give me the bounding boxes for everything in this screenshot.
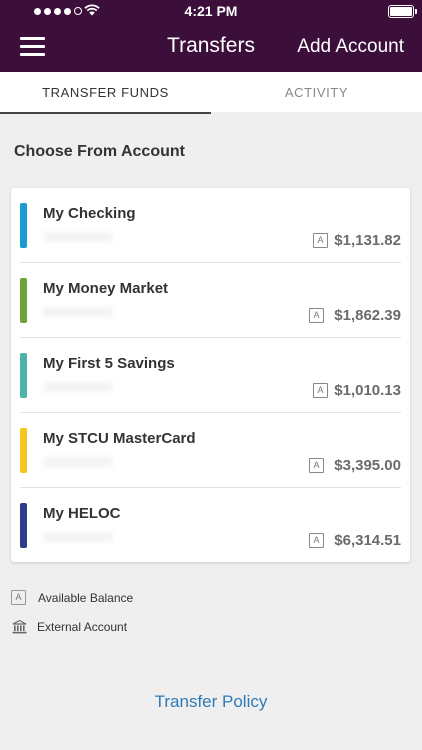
account-balance: $6,314.51 (334, 532, 401, 549)
account-number (43, 382, 113, 392)
available-balance-icon: A (11, 590, 26, 605)
account-row-my-heloc[interactable]: My HELOC A $6,314.51 (11, 488, 410, 563)
battery-icon (388, 5, 417, 18)
account-color-bar (20, 503, 27, 548)
legend-available-balance: A Available Balance (11, 590, 133, 605)
tab-transfer-funds[interactable]: TRANSFER FUNDS (0, 72, 211, 114)
status-time: 4:21 PM (184, 3, 238, 19)
signal-strength-icon (34, 7, 82, 15)
account-balance: $1,010.13 (334, 382, 401, 399)
account-row-my-first-5-savings[interactable]: My First 5 Savings A $1,010.13 (11, 338, 410, 413)
account-balance: $3,395.00 (334, 457, 401, 474)
account-balance: $1,131.82 (334, 232, 401, 249)
account-number (43, 457, 113, 467)
tab-bar: TRANSFER FUNDS ACTIVITY (0, 72, 422, 114)
status-bar: 4:21 PM (0, 0, 422, 22)
legend-label: External Account (37, 620, 128, 634)
account-row-my-money-market[interactable]: My Money Market A $1,862.39 (11, 263, 410, 338)
available-balance-icon: A (309, 308, 324, 323)
account-row-my-stcu-mastercard[interactable]: My STCU MasterCard A $3,395.00 (11, 413, 410, 488)
external-bank-icon (12, 619, 27, 634)
account-number (43, 307, 113, 317)
account-name: My First 5 Savings (43, 355, 175, 372)
account-number (43, 532, 113, 542)
tab-activity[interactable]: ACTIVITY (211, 72, 422, 112)
available-balance-icon: A (309, 458, 324, 473)
add-account-button[interactable]: Add Account (297, 36, 404, 58)
available-balance-icon: A (313, 233, 328, 248)
wifi-icon (84, 4, 100, 16)
account-color-bar (20, 203, 27, 248)
legend-external-account: External Account (11, 619, 127, 635)
legend-label: Available Balance (38, 590, 134, 605)
account-color-bar (20, 353, 27, 398)
available-balance-icon: A (313, 383, 328, 398)
account-row-my-checking[interactable]: My Checking A $1,131.82 (11, 188, 410, 263)
transfer-policy-link[interactable]: Transfer Policy (0, 692, 422, 712)
account-name: My HELOC (43, 505, 121, 522)
account-color-bar (20, 278, 27, 323)
available-balance-icon: A (309, 533, 324, 548)
account-name: My Money Market (43, 280, 169, 297)
account-number (43, 232, 113, 242)
account-list: My Checking A $1,131.82 My Money Market … (11, 188, 410, 562)
account-name: My Checking (43, 205, 136, 222)
nav-bar: Transfers Add Account (0, 22, 422, 72)
account-balance: $1,862.39 (334, 307, 401, 324)
section-title: Choose From Account (14, 143, 185, 160)
account-name: My STCU MasterCard (43, 430, 196, 447)
account-color-bar (20, 428, 27, 473)
